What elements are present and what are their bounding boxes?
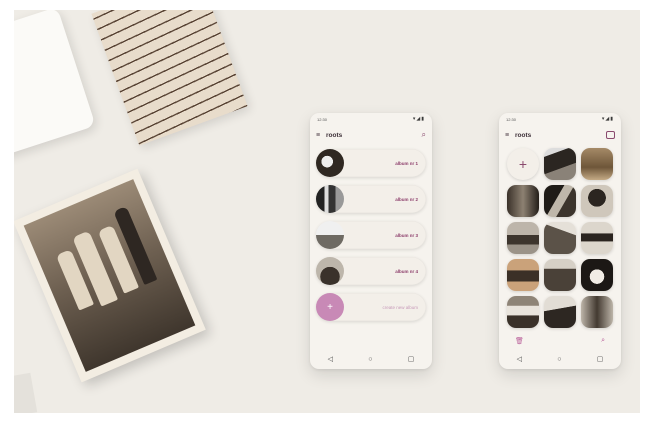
photo-tile[interactable] (581, 222, 613, 254)
app-title: roots (515, 131, 532, 139)
album-label: album nr 2 (395, 196, 418, 202)
album-thumbnail (316, 185, 344, 213)
create-album-button[interactable]: + create new album (316, 293, 426, 321)
app-title: roots (326, 131, 343, 139)
add-photo-button[interactable]: + (507, 148, 539, 180)
photo-tile[interactable] (581, 185, 613, 217)
vintage-photo-decoration (14, 168, 206, 383)
photo-tile[interactable] (507, 259, 539, 291)
photo-action-bar: 🗑 ⌕ (499, 333, 621, 349)
paper-sheet-decoration (14, 372, 38, 413)
android-nav-bar: ◁ ○ ▢ (499, 349, 621, 369)
album-label: album nr 3 (395, 232, 418, 238)
menu-icon[interactable]: ≡ (505, 132, 515, 139)
handwritten-letter-decoration (91, 10, 248, 146)
create-album-label: create new album (382, 304, 418, 310)
plus-icon: + (316, 293, 344, 321)
search-icon[interactable]: ⌕ (601, 337, 605, 345)
photo-tile[interactable] (507, 222, 539, 254)
back-icon[interactable]: ◁ (517, 355, 522, 363)
photo-tile[interactable] (544, 222, 576, 254)
photo-tile[interactable] (581, 296, 613, 328)
status-time: 12:30 (317, 116, 328, 122)
app-bar: ≡ roots (499, 125, 621, 145)
photo-tile[interactable] (581, 148, 613, 180)
search-icon[interactable]: ⌕ (422, 130, 426, 140)
status-icons: ▾◢▮ (412, 116, 425, 122)
photo-grid: + (499, 145, 621, 331)
album-item[interactable]: album nr 1 (316, 149, 426, 177)
polaroid-photo-decoration (14, 10, 96, 159)
album-label: album nr 4 (395, 268, 418, 274)
album-item[interactable]: album nr 4 (316, 257, 426, 285)
recents-icon[interactable]: ▢ (597, 355, 604, 363)
album-item[interactable]: album nr 2 (316, 185, 426, 213)
mockup-canvas: 12:30 ▾◢▮ ≡ roots ⌕ album nr 1 album nr … (14, 10, 640, 413)
phone-albums-screen: 12:30 ▾◢▮ ≡ roots ⌕ album nr 1 album nr … (310, 113, 432, 369)
album-list: album nr 1 album nr 2 album nr 3 album n… (310, 145, 432, 333)
home-icon[interactable]: ○ (557, 356, 561, 363)
phone-photo-grid-screen: 12:30 ▾◢▮ ≡ roots + 🗑 ⌕ ◁ ○ ▢ (499, 113, 621, 369)
trash-icon[interactable]: 🗑 (515, 337, 524, 345)
photo-tile[interactable] (544, 296, 576, 328)
photo-tile[interactable] (507, 296, 539, 328)
app-bar: ≡ roots ⌕ (310, 125, 432, 145)
album-thumbnail (316, 149, 344, 177)
photo-tile[interactable] (507, 185, 539, 217)
vintage-photo-image (23, 179, 196, 372)
status-time: 12:30 (506, 116, 517, 122)
recents-icon[interactable]: ▢ (408, 355, 415, 363)
back-icon[interactable]: ◁ (328, 355, 333, 363)
album-label: album nr 1 (395, 160, 418, 166)
home-icon[interactable]: ○ (368, 356, 372, 363)
photo-tile[interactable] (544, 259, 576, 291)
album-item[interactable]: album nr 3 (316, 221, 426, 249)
status-icons: ▾◢▮ (601, 116, 614, 122)
photo-tile[interactable] (544, 148, 576, 180)
menu-icon[interactable]: ≡ (316, 132, 326, 139)
status-bar: 12:30 ▾◢▮ (499, 113, 621, 125)
gallery-icon[interactable] (606, 131, 615, 139)
android-nav-bar: ◁ ○ ▢ (310, 349, 432, 369)
photo-tile[interactable] (581, 259, 613, 291)
status-bar: 12:30 ▾◢▮ (310, 113, 432, 125)
photo-tile[interactable] (544, 185, 576, 217)
album-thumbnail (316, 257, 344, 285)
album-thumbnail (316, 221, 344, 249)
